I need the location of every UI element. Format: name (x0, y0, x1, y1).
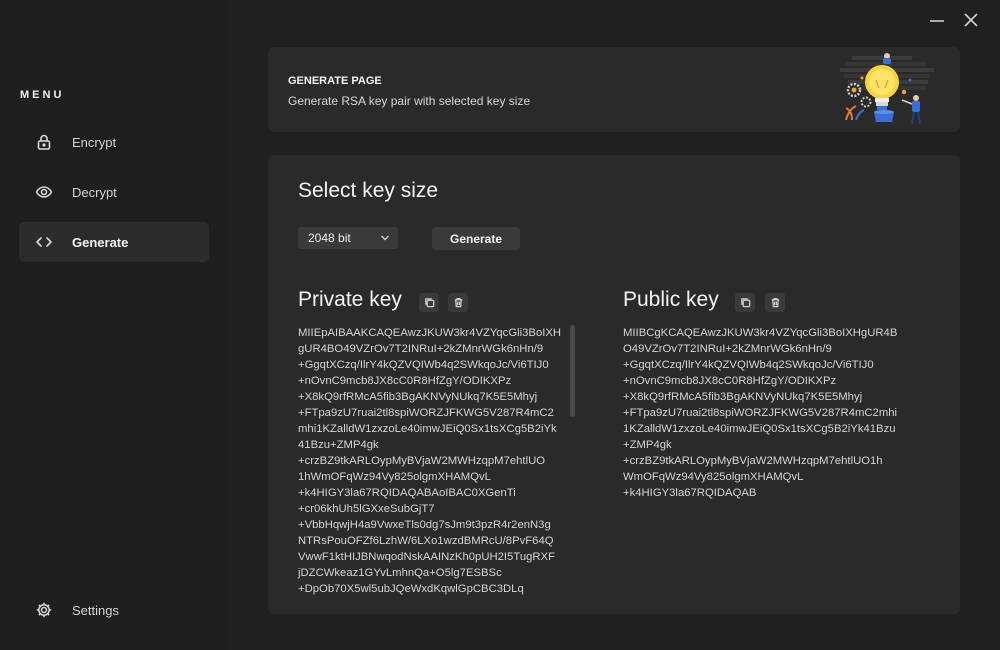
page-header-card: GENERATE PAGE Generate RSA key pair with… (268, 47, 960, 132)
sidebar-item-encrypt[interactable]: Encrypt (19, 122, 209, 162)
copy-icon (424, 298, 434, 308)
trash-icon (454, 298, 462, 308)
minimize-icon (930, 20, 944, 22)
public-key-line: 1KZalldW1zxzoLe40imwJEiQ0Sx1tsXCg5B2iYk4… (623, 423, 896, 435)
delete-private-key-button[interactable] (448, 293, 468, 312)
private-key-line: 41Bzu+ZMP4gk (298, 439, 379, 451)
generate-card: Select key size 2048 bit Generate Privat… (268, 155, 960, 614)
chevron-down-icon (381, 235, 389, 241)
eye-icon (35, 183, 53, 201)
copy-icon (740, 298, 750, 308)
public-key-line: MIIBCgKCAQEAwzJKUW3kr4VZYqcGli3BoIXHgUR4… (623, 327, 898, 339)
private-key-line: +crzBZ9tkARLOypMyBVjaW2MWHzqpM7ehtlUO (298, 455, 546, 467)
sidebar-item-generate[interactable]: Generate (19, 222, 209, 262)
copy-private-key-button[interactable] (419, 293, 439, 312)
sidebar: MENU Encrypt Decrypt Generate Settings (0, 0, 228, 650)
sidebar-item-label: Generate (72, 234, 129, 250)
sidebar-item-label: Settings (72, 602, 119, 618)
private-key-line: +DpOb70X5wl5ubJQeWxdKqwlGpCBC3DLq (298, 583, 524, 595)
public-key-line: +crzBZ9tkARLOypMyBVjaW2MWHzqpM7ehtlUO1h (623, 455, 883, 467)
copy-public-key-button[interactable] (735, 293, 755, 312)
key-size-select[interactable]: 2048 bit (298, 227, 398, 249)
private-key-line: jDZCWkeaz1GYvLmhnQa+O5lg7ESBSc (298, 567, 502, 579)
lightbulb-illustration (840, 53, 934, 125)
main-area: GENERATE PAGE Generate RSA key pair with… (228, 0, 1000, 650)
private-key-line: +nOvnC9mcb8JX8cC0R8HfZgY/ODIKXPz (298, 375, 512, 387)
menu-title: MENU (20, 89, 65, 101)
private-key-line: MIIEpAIBAAKCAQEAwzJKUW3kr4VZYqcGli3BoIXH (298, 327, 562, 339)
page-title: GENERATE PAGE (288, 75, 382, 87)
delete-public-key-button[interactable] (765, 293, 785, 312)
private-key-line: 1hWmOFqWz94Vy825olgmXHAMQvL (298, 471, 491, 483)
public-key-line: +X8kQ9rfRMcA5fib3BgAKNVyNUkq7K5E5Mhyj (623, 391, 863, 403)
public-key-line: +FTpa9zU7ruai2tl8spiWORZJFKWG5V287R4mC2m… (623, 407, 898, 419)
close-icon (964, 13, 978, 27)
private-key-line: +k4HIGY3la67RQIDAQABAoIBAC0XGenTi (298, 487, 516, 499)
lock-icon (35, 133, 53, 151)
private-key-line: +GgqtXCzq/IlrY4kQZVQIWb4q2SWkqoJc/Vi6TIJ… (298, 359, 549, 371)
private-key-line: +FTpa9zU7ruai2tl8spiWORZJFKWG5V287R4mC2 (298, 407, 554, 419)
private-key-text[interactable]: MIIEpAIBAAKCAQEAwzJKUW3kr4VZYqcGli3BoIXH… (298, 325, 561, 597)
private-key-title: Private key (298, 288, 402, 311)
key-size-value: 2048 bit (308, 231, 351, 245)
minimize-button[interactable] (927, 10, 947, 30)
public-key-line: +ZMP4gk (623, 439, 672, 451)
sidebar-item-settings[interactable]: Settings (19, 590, 209, 630)
public-key-title: Public key (623, 288, 719, 311)
private-key-scrollbar[interactable] (570, 325, 575, 417)
public-key-line: +GgqtXCzq/IlrY4kQZVQIWb4q2SWkqoJc/Vi6TIJ… (623, 359, 874, 371)
private-key-line: VwwF1ktHIJBNwqodNskAAINzKh0pUH2I5TugRXF (298, 551, 555, 563)
trash-icon (771, 298, 779, 308)
page-subtitle: Generate RSA key pair with selected key … (288, 94, 531, 108)
private-key-line: +X8kQ9rfRMcA5fib3BgAKNVyNUkq7K5E5Mhyj (298, 391, 538, 403)
private-key-line: +VbbHqwjH4a9VwxeTls0dg7sJm9t3pzR4r2enN3g (298, 519, 551, 531)
generate-button[interactable]: Generate (432, 227, 520, 250)
public-key-text[interactable]: MIIBCgKCAQEAwzJKUW3kr4VZYqcGli3BoIXHgUR4… (623, 325, 897, 501)
private-key-line: mhi1KZalldW1zxzoLe40imwJEiQ0Sx1tsXCg5B2i… (298, 423, 557, 435)
public-key-line: WmOFqWz94Vy825olgmXHAMQvL (623, 471, 804, 483)
sidebar-item-label: Encrypt (72, 134, 117, 150)
public-key-line: +nOvnC9mcb8JX8cC0R8HfZgY/ODIKXPz (623, 375, 837, 387)
gear-icon (35, 601, 53, 619)
public-key-line: O49VZrOv7T2INRuI+2kZMnrWGk6nHn/9 (623, 343, 832, 355)
section-title: Select key size (298, 179, 439, 202)
sidebar-item-label: Decrypt (72, 184, 117, 200)
public-key-line: +k4HIGY3la67RQIDAQAB (623, 487, 757, 499)
close-button[interactable] (961, 10, 981, 30)
private-key-line: gUR4BO49VZrOv7T2INRuI+2kZMnrWGk6nHn/9 (298, 343, 544, 355)
code-icon (35, 233, 53, 251)
private-key-line: +cr06khUh5lGXxeSubGjT7 (298, 503, 435, 515)
sidebar-item-decrypt[interactable]: Decrypt (19, 172, 209, 212)
private-key-line: NTRsPouOFZf6LzhW/6LXo1wzdBMRcU/8PvF64Q (298, 535, 554, 547)
